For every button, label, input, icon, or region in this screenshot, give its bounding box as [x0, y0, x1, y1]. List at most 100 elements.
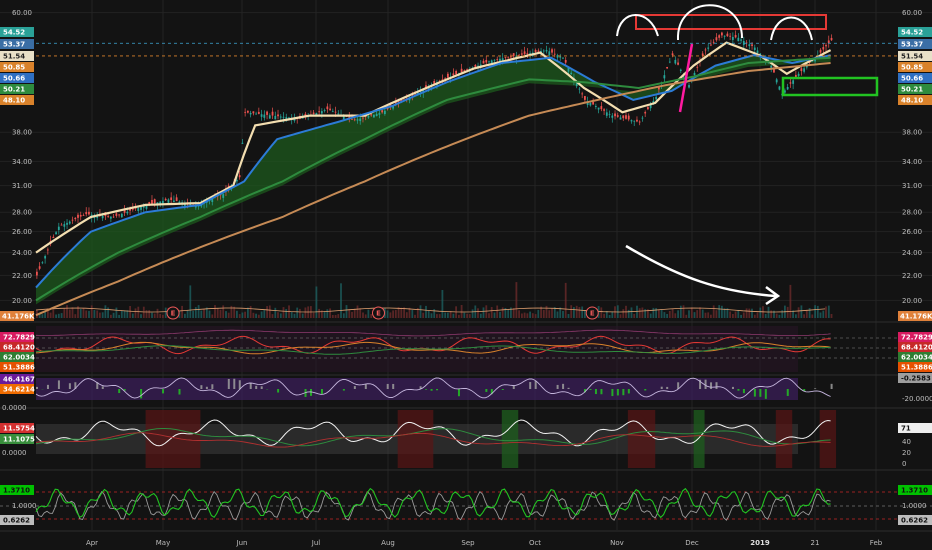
candle-body	[151, 199, 153, 204]
volume-bar	[364, 314, 367, 318]
volume-bar	[162, 314, 164, 318]
price-tick-left: 24.00	[12, 249, 32, 257]
candle-body	[797, 73, 800, 76]
candle-body	[721, 32, 723, 36]
osc-hist-bar	[753, 389, 756, 397]
candle-body	[268, 115, 271, 119]
volume-bar	[611, 311, 614, 318]
volume-bar	[663, 312, 666, 318]
volume-bar	[679, 305, 682, 318]
price-tick-right: 24.00	[902, 249, 922, 257]
price-badge-text: 50.85	[3, 64, 25, 72]
candle-body	[85, 212, 88, 215]
candle-body	[753, 47, 756, 51]
volume-bar	[326, 309, 329, 318]
volume-bar	[688, 310, 690, 318]
volume-bar	[68, 309, 71, 318]
volume-bar	[115, 307, 118, 318]
volume-bar	[427, 310, 430, 318]
volume-bar	[337, 314, 340, 318]
candle-body	[789, 82, 792, 84]
x-tick-label: 21	[811, 539, 820, 547]
volume-bar	[351, 311, 353, 318]
volume-bar	[359, 308, 362, 318]
volume-bar	[660, 309, 663, 318]
candle-body	[668, 61, 671, 63]
volume-bar	[696, 310, 699, 318]
volume-bar	[578, 307, 581, 318]
volume-bar	[477, 308, 479, 318]
candle-body	[520, 53, 523, 55]
ratio-badge-right-text: 1.3710	[901, 487, 928, 495]
osc-hist-bar	[178, 389, 181, 395]
volume-bar	[82, 308, 85, 318]
volume-bar	[93, 310, 96, 318]
volume-bar	[85, 310, 88, 318]
volume-bar	[329, 308, 331, 318]
volume-bar	[156, 308, 159, 318]
x-tick-label: Feb	[870, 539, 883, 547]
volume-bar	[734, 311, 737, 318]
candle-body	[718, 35, 721, 38]
volume-bar	[507, 309, 510, 318]
candle-body	[770, 65, 773, 68]
volume-bar	[348, 309, 351, 318]
volume-bar	[120, 310, 123, 318]
candle-body	[137, 207, 140, 212]
volume-bar	[151, 312, 153, 318]
candle-body	[252, 111, 255, 114]
price-tick-right: 38.00	[902, 129, 922, 137]
volume-bar	[99, 312, 101, 318]
osc-hist-bar	[759, 389, 762, 397]
osc-hist-bar	[611, 389, 614, 397]
candle-body	[485, 59, 488, 63]
volume-bar	[518, 310, 520, 318]
volume-bar	[682, 305, 685, 318]
volume-bar	[600, 307, 603, 318]
volume-bar	[830, 314, 833, 318]
candle-body	[600, 106, 603, 110]
volume-bar	[742, 312, 745, 318]
candle-body	[570, 72, 573, 75]
volume-badge-text: 41.176K	[900, 313, 932, 321]
volume-bar	[367, 309, 370, 318]
candle-body	[77, 214, 79, 218]
volume-bar	[677, 310, 679, 318]
candle-body	[496, 58, 499, 60]
price-badge-text: 54.52	[3, 29, 25, 37]
candle-body	[518, 54, 521, 56]
volume-bar	[216, 308, 219, 318]
x-tick-label: Sep	[461, 539, 475, 547]
volume-bar	[268, 305, 271, 318]
volume-bar	[419, 305, 422, 318]
osc-hist-bar	[457, 389, 460, 397]
volume-bar	[556, 311, 559, 318]
volume-bar	[551, 308, 553, 318]
volume-bar	[499, 311, 501, 318]
candle-body	[378, 113, 381, 115]
volume-bar	[548, 310, 551, 318]
stoch-red-zone	[145, 410, 201, 468]
candle-body	[41, 262, 44, 264]
candle-body	[679, 69, 682, 71]
volume-bar	[674, 313, 677, 318]
volume-bar	[468, 314, 471, 318]
volume-bar	[225, 311, 227, 318]
volume-bar	[340, 283, 342, 318]
candle-body	[74, 217, 77, 220]
candle-body	[819, 49, 822, 53]
candle-body	[373, 114, 375, 118]
volume-bar	[422, 312, 425, 318]
volume-bar	[800, 305, 803, 318]
volume-bar	[608, 315, 611, 318]
price-tick-left: 31.00	[12, 182, 32, 190]
volume-bar	[389, 312, 392, 318]
candle-body	[326, 106, 329, 110]
candle-body	[488, 61, 490, 63]
volume-bar	[74, 314, 77, 318]
candle-body	[222, 194, 225, 198]
candle-body	[323, 110, 326, 111]
candle-body	[88, 211, 90, 215]
volume-bar	[192, 310, 194, 318]
candle-body	[551, 49, 553, 53]
